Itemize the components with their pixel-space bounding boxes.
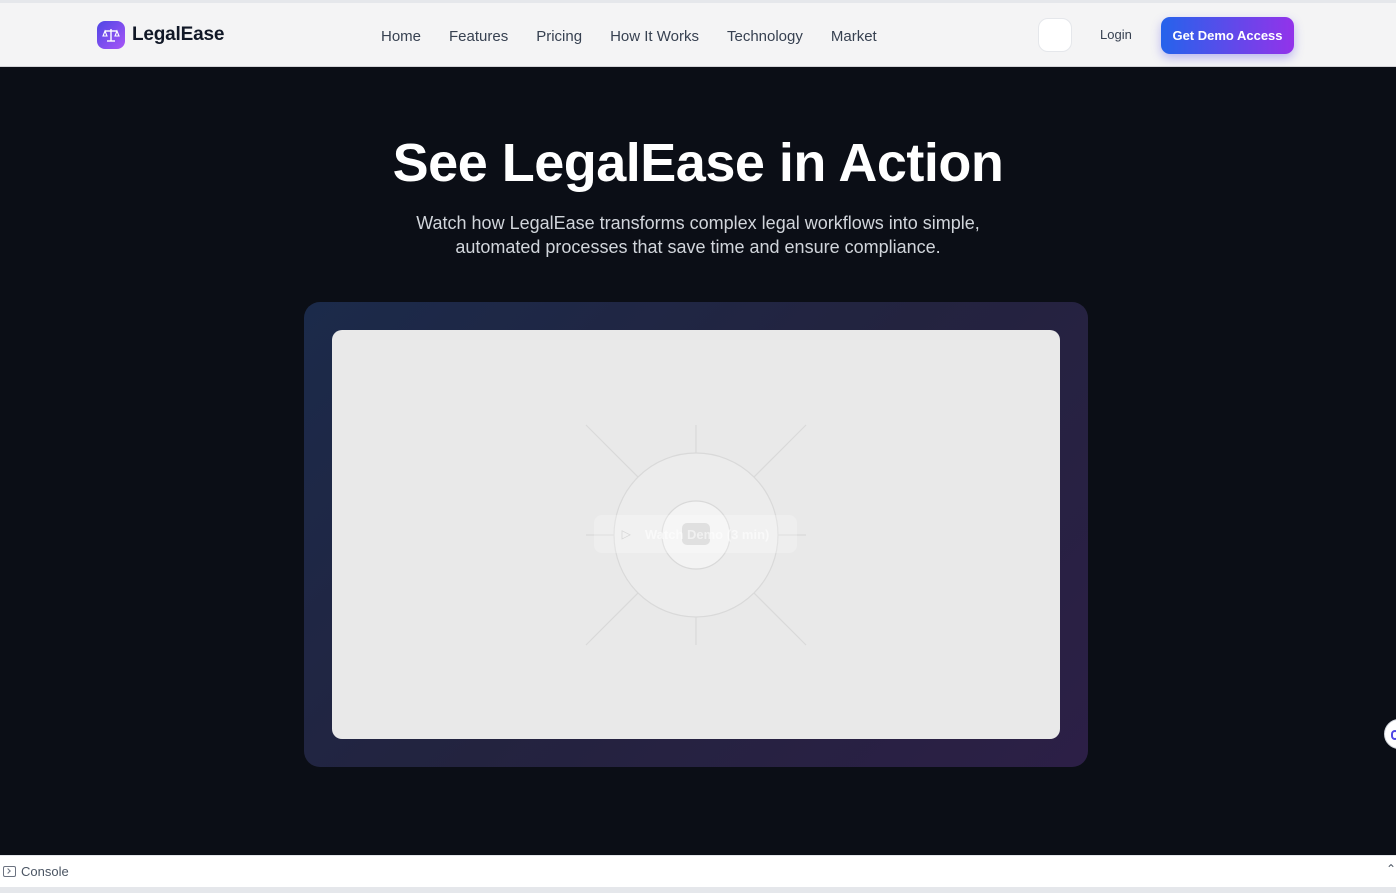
watch-demo-button[interactable]: ▷ Watch Demo (3 min) <box>594 515 797 553</box>
chevron-up-icon[interactable]: ⌃ <box>1386 862 1396 876</box>
video-frame: ▷ Watch Demo (3 min) <box>304 302 1088 767</box>
brand-name: LegalEase <box>132 24 225 45</box>
window-bottom-strip <box>0 887 1396 893</box>
get-demo-access-button[interactable]: Get Demo Access <box>1161 17 1294 54</box>
brand[interactable]: LegalEase <box>97 21 224 49</box>
login-link[interactable]: Login <box>1100 27 1132 42</box>
video-player[interactable]: ▷ Watch Demo (3 min) <box>332 330 1060 739</box>
theme-toggle-button[interactable] <box>1038 18 1072 52</box>
hero-subtitle: Watch how LegalEase transforms complex l… <box>416 213 980 257</box>
hero-section: See LegalEase in Action Watch how LegalE… <box>0 67 1396 855</box>
hero-title: See LegalEase in Action <box>392 133 1004 193</box>
nav-features[interactable]: Features <box>449 28 508 45</box>
terminal-icon <box>3 866 16 877</box>
nav-market[interactable]: Market <box>831 28 877 45</box>
chat-widget-icon <box>1391 730 1396 740</box>
play-icon: ▷ <box>621 527 631 541</box>
console-label: Console <box>21 864 69 879</box>
chat-widget-button[interactable] <box>1384 719 1396 749</box>
scales-icon <box>97 21 125 49</box>
navbar: LegalEase Home Features Pricing How It W… <box>0 3 1396 67</box>
watch-demo-label: Watch Demo (3 min) <box>644 526 770 542</box>
console-bar[interactable]: Console ⌃ <box>0 855 1396 887</box>
nav-home[interactable]: Home <box>381 28 421 45</box>
nav-how-it-works[interactable]: How It Works <box>610 28 699 45</box>
nav-pricing[interactable]: Pricing <box>536 28 582 45</box>
main-nav: Home Features Pricing How It Works Techn… <box>381 25 877 47</box>
nav-technology[interactable]: Technology <box>727 28 803 45</box>
